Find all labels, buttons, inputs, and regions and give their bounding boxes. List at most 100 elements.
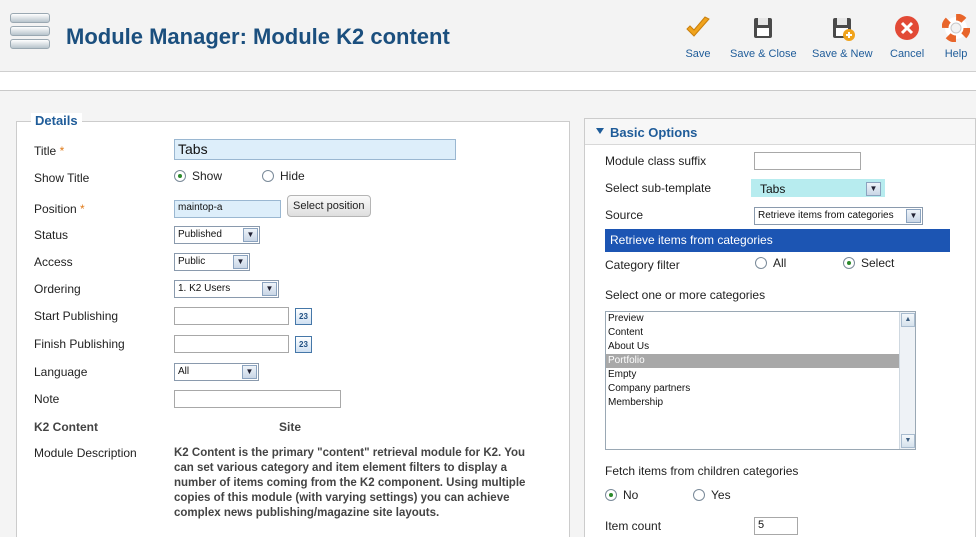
list-item[interactable]: Membership — [606, 396, 915, 410]
categories-listbox[interactable]: Preview Content About Us Portfolio Empty… — [605, 311, 916, 450]
categories-label: Select one or more categories — [605, 288, 766, 302]
note-input[interactable] — [174, 390, 341, 408]
fetch-children-no-radio[interactable]: No — [605, 488, 638, 502]
item-count-label: Item count — [605, 519, 662, 533]
chevron-down-icon: ▼ — [866, 182, 881, 196]
status-label: Status — [34, 228, 69, 242]
details-fieldset: Details Title * Tabs Show Title Show Hid… — [16, 113, 570, 537]
sub-template-value: Tabs — [760, 182, 786, 196]
language-label: Language — [34, 365, 88, 379]
radio-unchecked-icon — [262, 170, 274, 182]
lifebuoy-icon — [942, 14, 970, 42]
chevron-down-icon: ▼ — [262, 282, 277, 296]
module-class-suffix-label: Module class suffix — [605, 154, 707, 168]
save-new-label: Save & New — [812, 48, 873, 60]
status-value: Published — [178, 229, 222, 240]
module-manager-icon — [10, 13, 50, 57]
category-filter-all-radio[interactable]: All — [755, 256, 786, 270]
details-legend: Details — [31, 113, 82, 128]
save-close-label: Save & Close — [730, 48, 797, 60]
floppy-plus-icon — [833, 18, 855, 41]
required-marker: * — [59, 144, 65, 158]
position-label: Position * — [34, 202, 85, 216]
required-marker: * — [80, 202, 85, 216]
help-button[interactable]: Help — [942, 14, 970, 60]
calendar-icon[interactable]: 23 — [295, 308, 312, 325]
radio-unchecked-icon — [755, 257, 767, 269]
chevron-down-icon: ▼ — [906, 209, 921, 223]
calendar-icon[interactable]: 23 — [295, 336, 312, 353]
access-select[interactable]: Public ▼ — [174, 253, 250, 271]
scroll-up-icon[interactable]: ▲ — [901, 313, 915, 327]
basic-options-panel: Basic Options Module class suffix Select… — [584, 118, 976, 537]
k2-content-label: K2 Content — [34, 420, 98, 434]
title-input[interactable]: Tabs — [174, 139, 456, 160]
basic-options-header[interactable]: Basic Options — [585, 119, 975, 145]
list-item-selected[interactable]: Portfolio — [606, 354, 915, 368]
save-button[interactable]: Save — [684, 14, 712, 60]
chevron-down-icon: ▼ — [233, 255, 248, 269]
all-option-label: All — [773, 256, 787, 270]
finish-publishing-input[interactable] — [174, 335, 289, 353]
listbox-scrollbar[interactable]: ▲ ▼ — [899, 312, 915, 449]
radio-unchecked-icon — [693, 489, 705, 501]
source-select[interactable]: Retrieve items from categories ▼ — [754, 207, 923, 225]
position-label-text: Position — [34, 202, 77, 216]
save-new-button[interactable]: Save & New — [812, 14, 873, 60]
radio-checked-icon — [843, 257, 855, 269]
list-item[interactable]: Content — [606, 326, 915, 340]
module-description-label: Module Description — [34, 446, 137, 460]
list-item[interactable]: Preview — [606, 312, 915, 326]
status-select[interactable]: Published ▼ — [174, 226, 260, 244]
finish-publishing-label: Finish Publishing — [34, 337, 125, 351]
save-label: Save — [685, 48, 711, 60]
ordering-value: 1. K2 Users — [178, 283, 231, 294]
list-item[interactable]: Company partners — [606, 382, 915, 396]
no-option-label: No — [623, 488, 639, 502]
save-close-button[interactable]: Save & Close — [730, 14, 797, 60]
radio-checked-icon — [605, 489, 617, 501]
position-input[interactable]: maintop-a — [174, 200, 281, 218]
module-class-suffix-input[interactable] — [754, 152, 861, 170]
select-option-label: Select — [861, 256, 895, 270]
show-title-show-radio[interactable]: Show — [174, 169, 222, 183]
radio-checked-icon — [174, 170, 186, 182]
fetch-children-yes-radio[interactable]: Yes — [693, 488, 731, 502]
show-title-hide-radio[interactable]: Hide — [262, 169, 305, 183]
check-icon — [686, 16, 710, 37]
cancel-icon — [895, 16, 919, 40]
ordering-select[interactable]: 1. K2 Users ▼ — [174, 280, 279, 298]
fetch-children-label: Fetch items from children categories — [605, 464, 799, 478]
note-label: Note — [34, 392, 60, 406]
category-filter-select-radio[interactable]: Select — [843, 256, 894, 270]
start-publishing-label: Start Publishing — [34, 309, 119, 323]
cancel-button[interactable]: Cancel — [890, 14, 924, 60]
category-filter-label: Category filter — [605, 258, 680, 272]
access-label: Access — [34, 255, 73, 269]
select-position-button[interactable]: Select position — [287, 195, 371, 217]
scroll-down-icon[interactable]: ▼ — [901, 434, 915, 448]
title-label-text: Title — [34, 144, 57, 158]
source-section-bar: Retrieve items from categories — [605, 229, 950, 252]
language-value: All — [178, 366, 190, 377]
page-title: Module Manager: Module K2 content — [66, 24, 450, 49]
list-item[interactable]: Empty — [606, 368, 915, 382]
help-label: Help — [944, 48, 968, 60]
sub-template-select[interactable]: Tabs ▼ — [751, 179, 885, 197]
cancel-label: Cancel — [890, 48, 925, 60]
language-select[interactable]: All ▼ — [174, 363, 259, 381]
floppy-icon — [754, 18, 772, 38]
show-title-label: Show Title — [34, 171, 90, 185]
item-count-input[interactable]: 5 — [754, 517, 798, 535]
hide-option-label: Hide — [280, 169, 305, 183]
toolbar-spacer — [0, 72, 976, 92]
basic-options-title: Basic Options — [610, 125, 698, 140]
toolbar: Module Manager: Module K2 content Save S… — [0, 0, 976, 72]
source-value: Retrieve items from categories — [758, 210, 894, 221]
source-label: Source — [605, 208, 644, 222]
module-description-text: K2 Content is the primary "content" retr… — [174, 447, 526, 519]
title-label: Title * — [34, 144, 64, 158]
list-item[interactable]: About Us — [606, 340, 915, 354]
access-value: Public — [178, 256, 206, 267]
start-publishing-input[interactable] — [174, 307, 289, 325]
